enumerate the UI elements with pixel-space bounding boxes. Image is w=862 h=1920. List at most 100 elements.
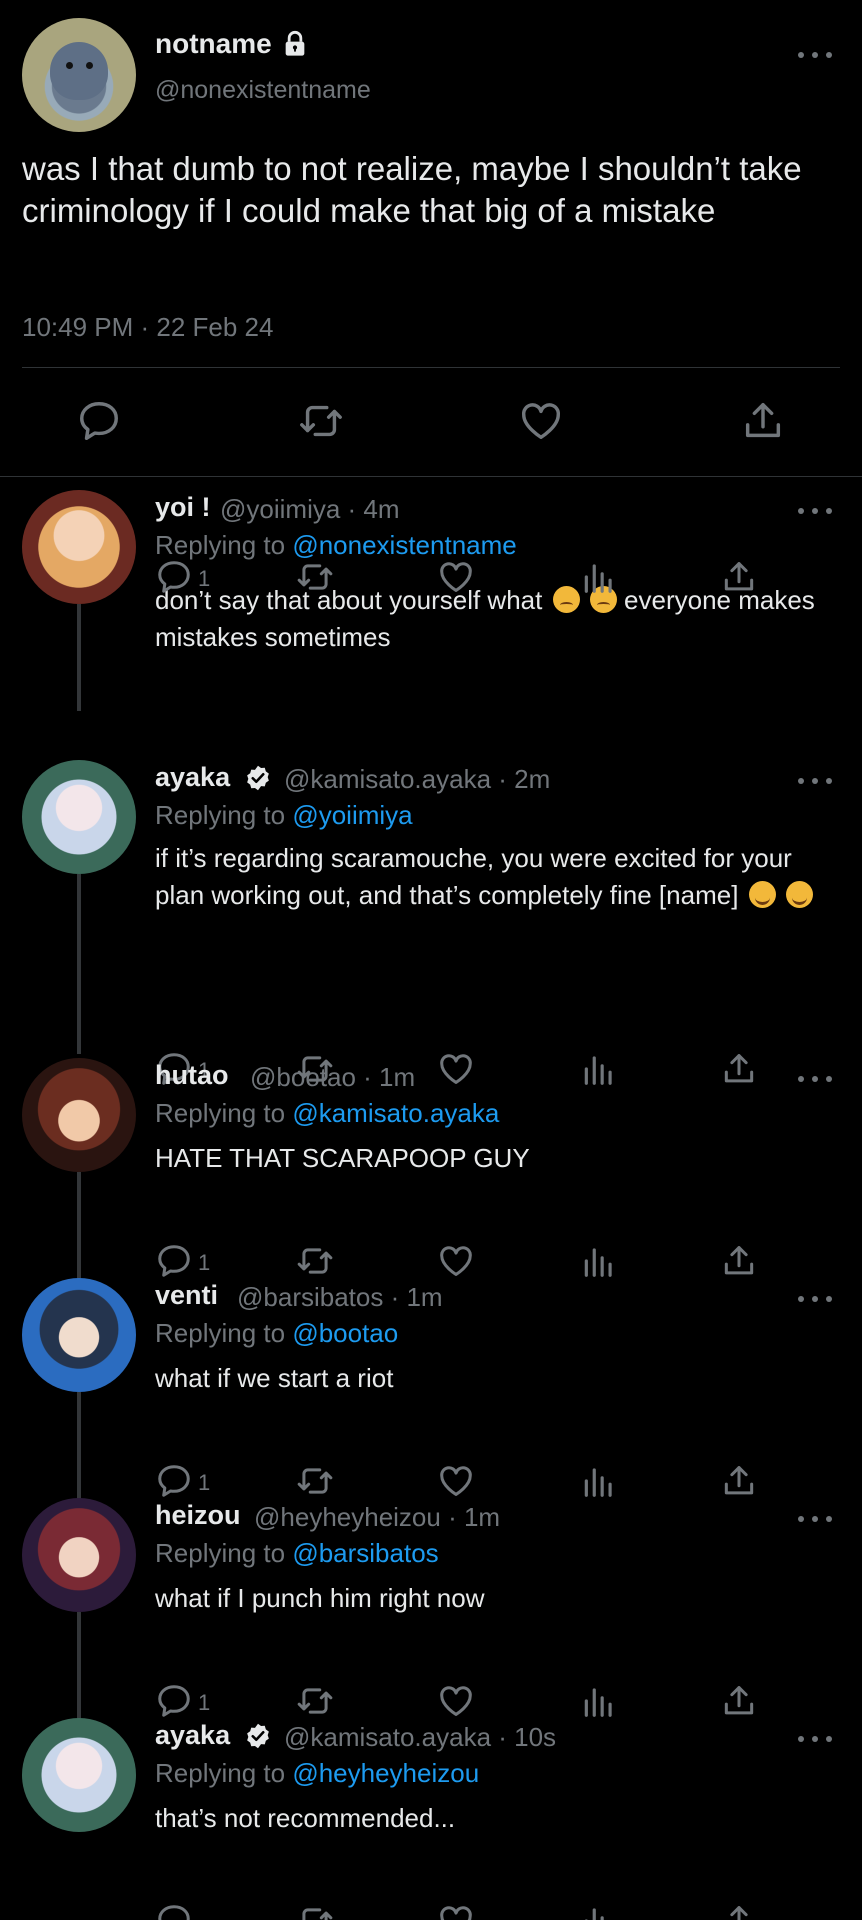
- reply-tweet[interactable]: ayaka @kamisato.ayaka · 10s Replying to …: [0, 1718, 862, 1920]
- replying-to-label: Replying to @heyheyheizou: [155, 1758, 479, 1789]
- share-icon[interactable]: [720, 1902, 758, 1920]
- avatar[interactable]: [22, 1718, 136, 1832]
- replying-to-link[interactable]: @bootao: [292, 1318, 398, 1348]
- replying-to-link[interactable]: @kamisato.ayaka: [292, 1098, 499, 1128]
- reply-icon[interactable]: [155, 1682, 193, 1720]
- replying-to-link[interactable]: @barsibatos: [292, 1538, 438, 1568]
- tweet-text: that’s not recommended...: [155, 1803, 456, 1833]
- hugging-face-emoji: [748, 881, 776, 908]
- reply-tweet[interactable]: venti @barsibatos · 1m Replying to @boot…: [0, 1278, 862, 1502]
- display-name[interactable]: ayaka: [155, 762, 230, 793]
- reply-count: 1: [198, 1250, 211, 1275]
- worried-face-emoji: [552, 586, 580, 613]
- display-name[interactable]: notname: [155, 28, 272, 60]
- analytics-icon[interactable]: [580, 558, 618, 596]
- replying-to-label: Replying to @barsibatos: [155, 1538, 439, 1569]
- replying-to-prefix: Replying to: [155, 530, 286, 560]
- retweet-icon[interactable]: [296, 558, 334, 596]
- user-handle[interactable]: @kamisato.ayaka · 2m: [284, 764, 550, 795]
- more-options-button[interactable]: [798, 1072, 832, 1086]
- tweet-text: if it’s regarding scaramouche, you were …: [155, 840, 835, 914]
- divider: [22, 367, 840, 368]
- tweet-text: HATE THAT SCARAPOOP GUY: [155, 1143, 530, 1173]
- thread-line: [77, 1392, 81, 1502]
- reply-count: 1: [198, 1470, 211, 1495]
- user-handle[interactable]: @heyheyheizou · 1m: [254, 1502, 500, 1533]
- tweet-text-part: don’t say that about yourself what: [155, 585, 543, 615]
- display-name[interactable]: hutao: [155, 1060, 229, 1091]
- verified-badge-icon: [247, 765, 269, 791]
- thread-line: [77, 874, 81, 1054]
- reply-tweet[interactable]: ayaka @kamisato.ayaka · 2m Replying to @…: [0, 760, 862, 1085]
- replying-to-prefix: Replying to: [155, 1758, 286, 1788]
- thread-line: [77, 1172, 81, 1282]
- tweet-timestamp[interactable]: 10:49 PM · 22 Feb 24: [22, 312, 273, 343]
- replying-to-prefix: Replying to: [155, 800, 286, 830]
- display-name[interactable]: venti: [155, 1280, 218, 1311]
- avatar[interactable]: [22, 1278, 136, 1392]
- tweet-text-part: if it’s regarding scaramouche, you were …: [155, 843, 792, 910]
- analytics-icon[interactable]: [580, 1242, 618, 1280]
- more-options-button[interactable]: [798, 1732, 832, 1746]
- like-icon[interactable]: [437, 1242, 475, 1280]
- user-handle[interactable]: @barsibatos · 1m: [237, 1282, 443, 1313]
- more-options-button[interactable]: [798, 504, 832, 518]
- lock-icon: [285, 30, 305, 56]
- avatar[interactable]: [22, 18, 136, 132]
- reply-count: 1: [198, 1690, 211, 1715]
- reply-icon[interactable]: [155, 1242, 193, 1280]
- verified-badge-icon: [247, 1723, 269, 1749]
- retweet-icon[interactable]: [298, 398, 344, 444]
- more-options-button[interactable]: [798, 774, 832, 788]
- main-tweet: notname @nonexistentname was I that dumb…: [0, 0, 862, 476]
- more-options-button[interactable]: [798, 48, 832, 62]
- like-icon[interactable]: [437, 1462, 475, 1500]
- user-handle[interactable]: @kamisato.ayaka · 10s: [284, 1722, 556, 1753]
- avatar[interactable]: [22, 1498, 136, 1612]
- retweet-icon[interactable]: [296, 1682, 334, 1720]
- user-handle[interactable]: @bootao · 1m: [250, 1062, 415, 1093]
- display-name[interactable]: ayaka: [155, 1720, 230, 1751]
- analytics-icon[interactable]: [580, 1902, 618, 1920]
- more-options-button[interactable]: [798, 1512, 832, 1526]
- reply-tweet[interactable]: yoi ! @yoiimiya · 4m Replying to @nonexi…: [0, 490, 862, 711]
- reply-icon[interactable]: [155, 1462, 193, 1500]
- reply-icon[interactable]: [155, 1902, 193, 1920]
- retweet-icon[interactable]: [296, 1902, 334, 1920]
- share-icon[interactable]: [720, 1462, 758, 1500]
- share-icon[interactable]: [740, 398, 786, 444]
- display-name[interactable]: heizou: [155, 1500, 241, 1531]
- avatar[interactable]: [22, 1058, 136, 1172]
- user-handle[interactable]: @yoiimiya · 4m: [220, 494, 400, 525]
- like-icon[interactable]: [518, 398, 564, 444]
- replying-to-link[interactable]: @yoiimiya: [292, 800, 412, 830]
- reply-icon[interactable]: [155, 558, 193, 596]
- retweet-icon[interactable]: [296, 1242, 334, 1280]
- user-handle[interactable]: @nonexistentname: [155, 76, 371, 105]
- avatar[interactable]: [22, 760, 136, 874]
- like-icon[interactable]: [437, 1682, 475, 1720]
- tweet-text: was I that dumb to not realize, maybe I …: [22, 150, 802, 229]
- share-icon[interactable]: [720, 1682, 758, 1720]
- more-options-button[interactable]: [798, 1292, 832, 1306]
- reply-tweet[interactable]: heizou @heyheyheizou · 1m Replying to @b…: [0, 1498, 862, 1722]
- share-icon[interactable]: [720, 1242, 758, 1280]
- tweet-text: what if we start a riot: [155, 1363, 394, 1393]
- replying-to-prefix: Replying to: [155, 1098, 286, 1128]
- avatar[interactable]: [22, 490, 136, 604]
- share-icon[interactable]: [720, 558, 758, 596]
- replying-to-link[interactable]: @nonexistentname: [292, 530, 516, 560]
- replying-to-label: Replying to @yoiimiya: [155, 800, 413, 831]
- display-name[interactable]: yoi !: [155, 492, 211, 523]
- retweet-icon[interactable]: [296, 1462, 334, 1500]
- hugging-face-emoji: [785, 881, 813, 908]
- replying-to-label: Replying to @kamisato.ayaka: [155, 1098, 499, 1129]
- replying-to-link[interactable]: @heyheyheizou: [292, 1758, 479, 1788]
- replying-to-prefix: Replying to: [155, 1538, 286, 1568]
- like-icon[interactable]: [437, 1902, 475, 1920]
- analytics-icon[interactable]: [580, 1462, 618, 1500]
- analytics-icon[interactable]: [580, 1682, 618, 1720]
- like-icon[interactable]: [437, 558, 475, 596]
- reply-tweet[interactable]: hutao @bootao · 1m Replying to @kamisato…: [0, 1058, 862, 1282]
- reply-icon[interactable]: [76, 398, 122, 444]
